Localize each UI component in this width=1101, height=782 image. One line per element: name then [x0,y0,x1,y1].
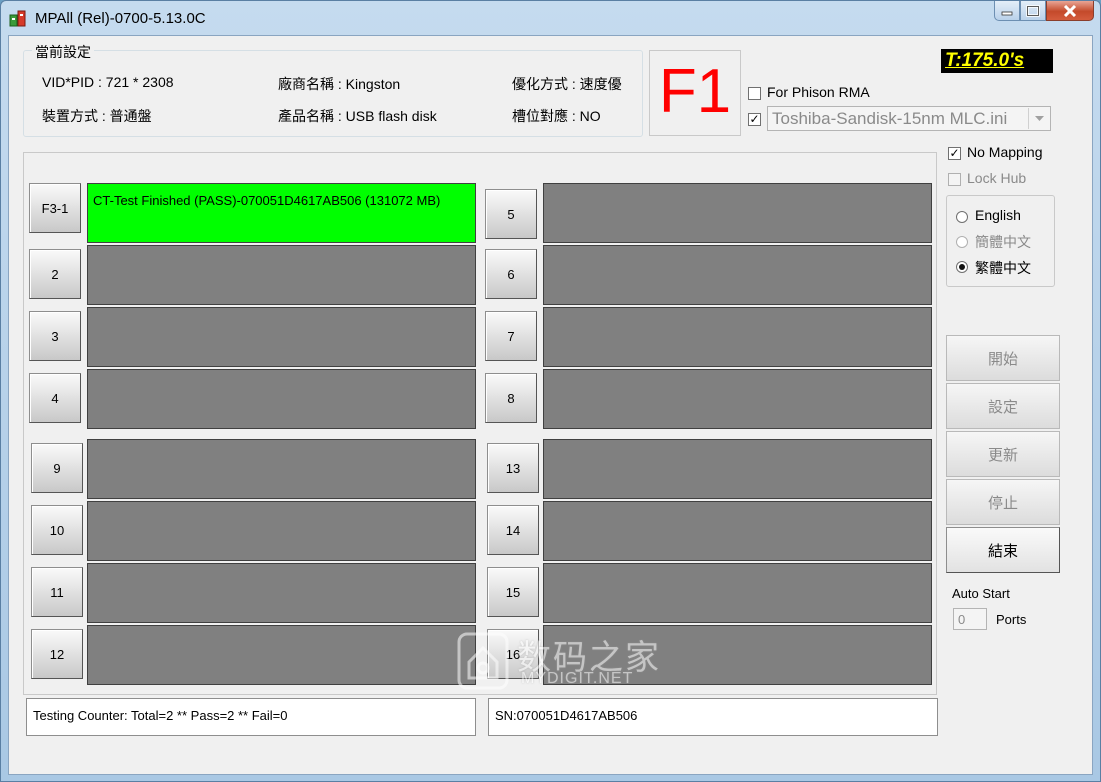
ports-label: Ports [996,612,1027,627]
slot-mapping-label: 槽位對應 : NO [512,108,601,124]
chevron-down-icon [1034,115,1044,121]
device-mode-label: 裝置方式 : 普通盤 [42,108,152,124]
phison-rma-checkbox[interactable] [748,87,761,100]
window-controls [994,1,1094,23]
port-status-4 [87,369,476,429]
close-icon [1063,4,1077,17]
port-status-15 [543,563,932,623]
no-mapping-checkbox[interactable]: ✓ [948,147,961,160]
auto-start-ports-input[interactable] [953,608,987,630]
house-logo-icon [457,632,509,690]
ini-file-select[interactable]: Toshiba-Sandisk-15nm MLC.ini [767,106,1051,131]
minimize-icon [1001,11,1013,15]
ini-file-dropdown-button[interactable] [1028,108,1049,129]
port-button-7[interactable]: 7 [485,311,537,361]
traditional-chinese-radio[interactable] [956,261,968,273]
port-button-11[interactable]: 11 [31,567,83,617]
port-status-11 [87,563,476,623]
port-status-9 [87,439,476,499]
product-label: 產品名稱 : USB flash disk [278,108,437,124]
watermark-logo: 数码之家 MYDIGIT.NET [457,630,667,694]
testing-counter-box: Testing Counter: Total=2 ** Pass=2 ** Fa… [26,698,476,736]
simplified-chinese-label: 簡體中文 [975,234,1031,250]
elapsed-timer: T:175.0's [941,49,1053,73]
simplified-chinese-radio[interactable] [956,236,968,248]
ports-panel: F3-1 CT-Test Finished (PASS)-070051D4617A… [23,152,937,695]
lock-hub-checkbox[interactable] [948,173,961,186]
stop-button[interactable]: 停止 [946,479,1060,525]
port-button-2[interactable]: 2 [29,249,81,299]
window-title: MPAll (Rel)-0700-5.13.0C [35,10,206,27]
port-status-7 [543,307,932,367]
f1-text: F1 [658,57,732,126]
port-status-6 [543,245,932,305]
optimize-label: 優化方式 : 速度優 [512,76,622,92]
minimize-button[interactable] [994,1,1020,21]
maximize-button[interactable] [1020,1,1046,21]
ini-checkbox[interactable]: ✓ [748,113,761,126]
app-window: MPAll (Rel)-0700-5.13.0C 當前設定 VID*PID : … [0,0,1101,782]
port-button-12[interactable]: 12 [31,629,83,679]
maximize-icon [1026,4,1040,17]
exit-button[interactable]: 結束 [946,527,1060,573]
ini-file-value: Toshiba-Sandisk-15nm MLC.ini [772,109,1008,128]
no-mapping-label: No Mapping [967,144,1043,160]
port-button-10[interactable]: 10 [31,505,83,555]
port-status-14 [543,501,932,561]
f1-indicator: F1 [649,50,741,136]
english-label: English [975,207,1021,223]
close-button[interactable] [1046,1,1094,21]
port-button-3[interactable]: 3 [29,311,81,361]
lock-hub-label: Lock Hub [967,170,1027,186]
port-status-5 [543,183,932,243]
port-button-9[interactable]: 9 [31,443,83,493]
watermark-en: MYDIGIT.NET [521,670,634,687]
port-button-15[interactable]: 15 [487,567,539,617]
current-settings-title: 當前設定 [32,42,94,62]
port-status-10 [87,501,476,561]
client-area: 當前設定 VID*PID : 721 * 2308 廠商名稱 : Kingsto… [8,35,1093,775]
app-icon [9,10,26,27]
port-button-5[interactable]: 5 [485,189,537,239]
current-settings-group: 當前設定 VID*PID : 721 * 2308 廠商名稱 : Kingsto… [23,42,643,137]
port-button-8[interactable]: 8 [485,373,537,423]
port-status-2 [87,245,476,305]
english-radio[interactable] [956,211,968,223]
vendor-label: 廠商名稱 : Kingston [278,76,401,92]
start-button[interactable]: 開始 [946,335,1060,381]
port-status-3 [87,307,476,367]
update-button[interactable]: 更新 [946,431,1060,477]
port-button-f3-1[interactable]: F3-1 [29,183,81,233]
language-group: English 簡體中文 繁體中文 [946,195,1055,287]
port-button-4[interactable]: 4 [29,373,81,423]
port-button-14[interactable]: 14 [487,505,539,555]
port-status-13 [543,439,932,499]
title-bar[interactable]: MPAll (Rel)-0700-5.13.0C [1,1,1100,35]
port-status-f3-1: CT-Test Finished (PASS)-070051D4617AB506… [87,183,476,243]
port-button-6[interactable]: 6 [485,249,537,299]
traditional-chinese-label: 繁體中文 [975,260,1031,276]
serial-number-box: SN:070051D4617AB506 [488,698,938,736]
auto-start-label: Auto Start [952,586,1010,601]
port-button-13[interactable]: 13 [487,443,539,493]
vid-pid-label: VID*PID : 721 * 2308 [42,74,174,90]
port-status-12 [87,625,476,685]
port-status-8 [543,369,932,429]
settings-button[interactable]: 設定 [946,383,1060,429]
phison-rma-label: For Phison RMA [767,84,870,100]
